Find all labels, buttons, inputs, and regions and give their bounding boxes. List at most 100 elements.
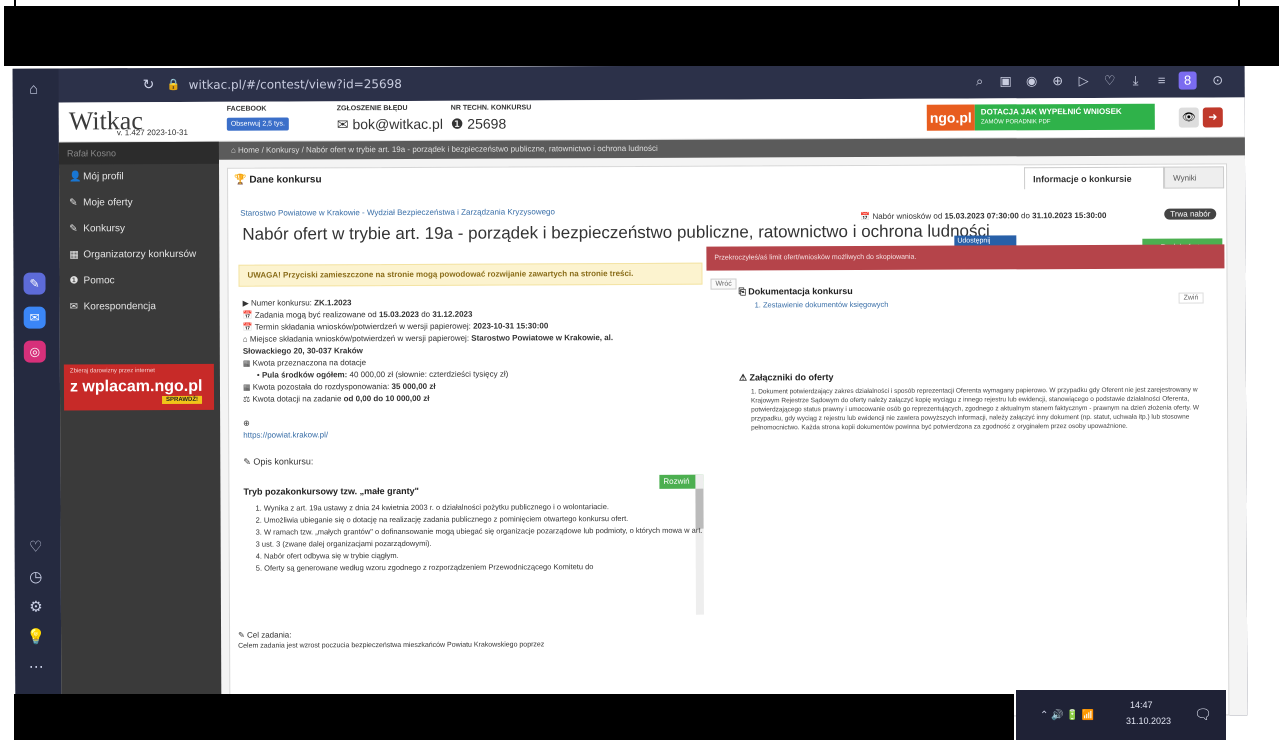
ngo-banner[interactable]: ngo.pl bbox=[926, 104, 975, 131]
app-icon-1[interactable]: ✎ bbox=[23, 272, 46, 295]
heart-icon[interactable]: ♡ bbox=[25, 537, 47, 559]
clock-icon[interactable]: ◷ bbox=[25, 567, 47, 589]
sidebar: Rafał Kosno 👤Mój profil ✎ Moje oferty ✎ Ko… bbox=[58, 141, 222, 721]
dotacja-guide-banner[interactable]: DOTACJA JAK WYPEŁNIĆ WNIOSEK ZAMÓW PORAD… bbox=[974, 103, 1155, 131]
submission-dates: 📅 Nabór wniosków od 15.03.2023 07:30:00 … bbox=[860, 211, 1106, 221]
mail-icon: ✉ bbox=[69, 301, 79, 313]
messenger-icon[interactable]: ✉ bbox=[23, 306, 46, 329]
taskbar-date[interactable]: 31.10.2023 bbox=[1126, 716, 1171, 726]
sidebar-item-help[interactable]: ❶ Pomoc bbox=[59, 268, 219, 295]
calendar-icon: 📅 bbox=[860, 211, 871, 221]
trophy-icon: 🏆 bbox=[234, 174, 247, 186]
scan-frame-left bbox=[14, 0, 16, 66]
sidebar-item-correspondence[interactable]: ✉ Korespondencja bbox=[60, 294, 220, 321]
documentation-title: ⎘ Dokumentacja konkursu bbox=[738, 286, 853, 297]
lightbulb-icon[interactable]: 💡 bbox=[25, 627, 47, 649]
taskbar-time[interactable]: 14:47 bbox=[1130, 700, 1153, 710]
contest-number-label: NR TECHN. KONKURSU bbox=[450, 104, 532, 112]
sidebar-item-label: Pomoc bbox=[83, 275, 115, 287]
tasks-label: Zadania mogą być realizowane od bbox=[254, 310, 377, 320]
sidebar-item-contests[interactable]: ✎ Konkursy bbox=[59, 216, 219, 243]
attachments-title: ⚠ Załączniki do oferty bbox=[738, 372, 834, 383]
place-value: Starostwo Powiatowe w Krakowie, al. bbox=[471, 333, 614, 343]
attachments-section: ⚠ Załączniki do oferty 1. Dokument potwi… bbox=[739, 370, 1213, 432]
contest-number-value: 25698 bbox=[467, 115, 507, 132]
pool-line: • Pula środków ogółem: 40 000,00 zł (sło… bbox=[256, 369, 509, 380]
tray-icons[interactable]: ⌃ 🔊 🔋 📶 bbox=[1040, 710, 1094, 721]
notification-icon[interactable]: 🗨 bbox=[1194, 706, 1212, 723]
facebook-label: FACEBOOK bbox=[226, 105, 267, 113]
contest-title: Nabór ofert w trybie art. 19a - porządek… bbox=[242, 221, 990, 244]
profile-icon[interactable]: 8 bbox=[1178, 71, 1197, 90]
collapse-button[interactable]: Zwiń bbox=[1178, 292, 1204, 304]
tasks-period-line: 📅 Zadania mogą być realizowane od 15.03.… bbox=[242, 309, 473, 320]
play-icon[interactable]: ▷ bbox=[1075, 72, 1093, 90]
reload-icon[interactable]: ↻ bbox=[143, 76, 155, 93]
edit-icon: ✎ bbox=[69, 223, 78, 235]
website-link[interactable]: https://powiat.krakow.pl/ bbox=[243, 430, 328, 439]
extensions-icon[interactable]: ⊙ bbox=[1209, 71, 1227, 89]
bug-report-email[interactable]: ✉ bok@witkac.pl bbox=[337, 116, 443, 133]
date-from: 15.03.2023 07:30:00 bbox=[944, 211, 1019, 221]
scan-frame-right bbox=[1238, 0, 1240, 66]
ad-check-button[interactable]: SPRAWDŹ! bbox=[162, 395, 203, 405]
lock-icon: 🔒 bbox=[166, 78, 181, 92]
bug-report-label: ZGŁOSZENIE BŁĘDU bbox=[336, 104, 408, 113]
sidebar-item-organizers[interactable]: ▦ Organizatorzy konkursów bbox=[59, 242, 219, 269]
logout-icon[interactable]: ➜ bbox=[1202, 107, 1223, 128]
tab-info[interactable]: Informacje o konkursie bbox=[1024, 166, 1165, 190]
date-to: 31.10.2023 15:30:00 bbox=[1032, 210, 1107, 221]
home-icon[interactable]: ⌂ bbox=[23, 79, 45, 101]
info-icon: ❶ bbox=[450, 115, 464, 132]
screenshot-stage: ⌂ ✎ ✉ ◎ ♡ ◷ ⚙ 💡 ⋯ ↻ 🔒 witkac.pl/#/contes… bbox=[0, 0, 1283, 740]
breadcrumb: ⌂ Home / Konkursy / Nabór ofert w trybie… bbox=[218, 137, 1245, 160]
user-name[interactable]: Rafał Kosno bbox=[58, 141, 220, 165]
contest-number: ❶ 25698 bbox=[451, 116, 506, 133]
screenshot-icon[interactable]: ▣ bbox=[997, 72, 1015, 90]
breadcrumb-text[interactable]: Home / Konkursy / Nabór ofert w trybie a… bbox=[238, 144, 658, 155]
building-icon: ▦ bbox=[69, 249, 79, 261]
back-button[interactable]: Wróć bbox=[710, 278, 737, 290]
place-line: ⌂ Miejsce składania wniosków/potwierdzeń… bbox=[242, 333, 614, 344]
remaining-value: 35 000,00 zł bbox=[391, 381, 436, 392]
mail-icon: ✉ bbox=[336, 116, 349, 133]
deadline-label: Termin składania wniosków/potwierdzeń w … bbox=[254, 321, 471, 332]
redaction-bar-bottom bbox=[14, 694, 1014, 740]
menu-icon[interactable]: ≡ bbox=[1153, 72, 1171, 90]
sidebar-item-profile[interactable]: 👤Mój profil bbox=[59, 164, 219, 191]
camera-icon[interactable]: ◉ bbox=[1023, 72, 1041, 90]
url-bar[interactable]: witkac.pl/#/contest/view?id=25698 bbox=[189, 77, 402, 92]
card-title: 🏆 Dane konkursu bbox=[234, 174, 322, 185]
organizer-link[interactable]: Starostwo Powiatowe w Krakowie - Wydział… bbox=[240, 207, 555, 217]
more-icon[interactable]: ⋯ bbox=[25, 657, 47, 679]
tryb-title: Tryb pozakonkursowy tzw. „małe granty" bbox=[243, 485, 419, 497]
sidebar-item-label: Organizatorzy konkursów bbox=[83, 248, 197, 261]
sidebar-item-offers[interactable]: ✎ Moje oferty bbox=[59, 190, 219, 217]
wplacam-ad-banner[interactable]: Zbieraj darowizny przez internet z wplac… bbox=[63, 363, 215, 411]
settings-icon[interactable]: ⚙ bbox=[25, 597, 47, 619]
limit-alert: Przekroczyłeś/aś limit ofert/wniosków mo… bbox=[706, 244, 1225, 271]
sidebar-item-label: Mój profil bbox=[83, 171, 124, 183]
tab-results[interactable]: Wyniki bbox=[1164, 166, 1225, 189]
globe-icon: ⊕ bbox=[243, 418, 250, 428]
documentation-link[interactable]: 1. Zestawienie dokumentów księgowych bbox=[739, 298, 1219, 310]
facebook-follow-button[interactable]: Obserwuj 2,5 tys. bbox=[226, 117, 289, 131]
number-label: Numer konkursu: bbox=[250, 298, 312, 308]
tasks-to: 31.12.2023 bbox=[432, 309, 473, 319]
per-task-value: od 0,00 do 10 000,00 zł bbox=[343, 393, 430, 404]
sidebar-item-label: Moje oferty bbox=[83, 197, 133, 209]
home-icon[interactable]: ⌂ bbox=[231, 146, 236, 155]
info-icon: ❶ bbox=[69, 275, 79, 287]
deadline-value: 2023-10-31 15:30:00 bbox=[473, 321, 549, 331]
redaction-bar-top bbox=[4, 6, 1279, 66]
contest-number-line: ▶ Numer konkursu: ZK.1.2023 bbox=[242, 298, 352, 308]
place-value-2: Słowackiego 20, 30-037 Kraków bbox=[242, 346, 363, 356]
shield-icon[interactable]: ⊕ bbox=[1049, 72, 1067, 90]
status-badge: Trwa nabór bbox=[1164, 208, 1217, 220]
heart-icon[interactable]: ♡ bbox=[1101, 72, 1119, 90]
eye-icon[interactable]: 👁 bbox=[1178, 107, 1199, 128]
instagram-icon[interactable]: ◎ bbox=[23, 340, 46, 363]
download-icon[interactable]: ⤓ bbox=[1127, 72, 1145, 90]
search-icon[interactable]: ⌕ bbox=[971, 72, 989, 90]
ad-small-text: Zbieraj darowizny przez internet bbox=[69, 368, 155, 375]
